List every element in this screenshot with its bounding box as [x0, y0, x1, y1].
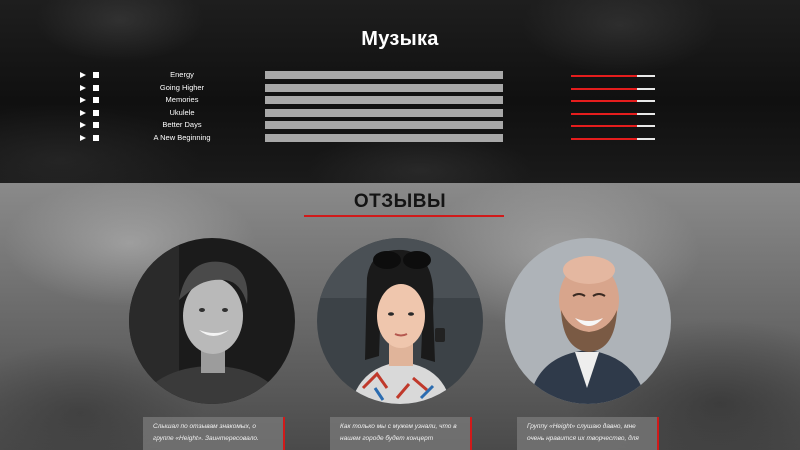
- track-row: Memories: [0, 95, 800, 107]
- review-text: Группу «Height» слушаю давно, мне очень …: [527, 423, 639, 442]
- reviewer-avatar: [129, 238, 295, 404]
- track-name: A New Beginning: [153, 132, 211, 142]
- play-icon[interactable]: [80, 134, 86, 141]
- volume-fill: [571, 87, 638, 90]
- reviewer-photo: [317, 238, 483, 404]
- reviewer-avatar: [505, 238, 671, 404]
- stop-icon[interactable]: [93, 122, 99, 128]
- volume-slider[interactable]: [571, 137, 655, 140]
- review-text: Слышал по отзывам знакомых, о группе «He…: [153, 423, 259, 442]
- track-row: Better Days: [0, 120, 800, 132]
- volume-fill: [571, 137, 638, 140]
- reviewer-photo: [129, 238, 295, 404]
- track-row: Energy: [0, 70, 800, 82]
- music-section: Музыка Energy Going Higher Memories Ukul…: [0, 0, 800, 183]
- track-progress-bar[interactable]: [265, 71, 503, 79]
- volume-slider[interactable]: [571, 87, 655, 90]
- track-progress-bar[interactable]: [265, 133, 503, 142]
- volume-slider[interactable]: [571, 112, 655, 115]
- review-text: Как только мы с мужем узнали, что в наше…: [340, 423, 457, 442]
- play-icon[interactable]: [80, 97, 86, 103]
- track-row: Going Higher: [0, 83, 800, 95]
- volume-fill: [571, 125, 638, 127]
- review-card: Слышал по отзывам знакомых, о группе «He…: [143, 417, 285, 450]
- track-name: Energy: [170, 70, 194, 79]
- stop-icon[interactable]: [93, 97, 99, 103]
- track-row: A New Beginning: [0, 133, 800, 145]
- track-name: Memories: [165, 95, 199, 104]
- play-icon[interactable]: [80, 84, 86, 91]
- reviews-section: ОТЗЫВЫ Слышал по отзывам знакомых, о гру…: [0, 183, 800, 450]
- volume-fill: [571, 100, 638, 102]
- track-row: Ukulele: [0, 108, 800, 120]
- stop-icon[interactable]: [93, 134, 99, 141]
- stop-icon[interactable]: [93, 72, 99, 78]
- track-name: Going Higher: [159, 82, 205, 92]
- track-progress-bar[interactable]: [265, 96, 503, 104]
- review-card: Группу «Height» слушаю давно, мне очень …: [517, 417, 659, 450]
- track-name: Better Days: [162, 120, 202, 129]
- track-name: Ukulele: [169, 107, 195, 117]
- track-progress-bar[interactable]: [265, 83, 503, 92]
- volume-slider[interactable]: [571, 125, 655, 127]
- volume-fill: [571, 75, 638, 77]
- review-card: Как только мы с мужем узнали, что в наше…: [330, 417, 472, 450]
- volume-slider[interactable]: [571, 75, 655, 77]
- reviewer-photo: [505, 238, 671, 404]
- reviews-title: ОТЗЫВЫ: [353, 191, 447, 212]
- stop-icon[interactable]: [93, 109, 99, 116]
- volume-slider[interactable]: [571, 100, 655, 102]
- track-progress-bar[interactable]: [265, 121, 503, 129]
- play-icon[interactable]: [80, 122, 86, 128]
- title-underline: [304, 215, 504, 217]
- track-progress-bar[interactable]: [265, 108, 503, 117]
- music-title: Музыка: [361, 28, 439, 50]
- play-icon[interactable]: [80, 109, 86, 116]
- volume-fill: [571, 112, 638, 115]
- stop-icon[interactable]: [93, 84, 99, 91]
- play-icon[interactable]: [80, 72, 86, 78]
- reviewer-avatar: [317, 238, 483, 404]
